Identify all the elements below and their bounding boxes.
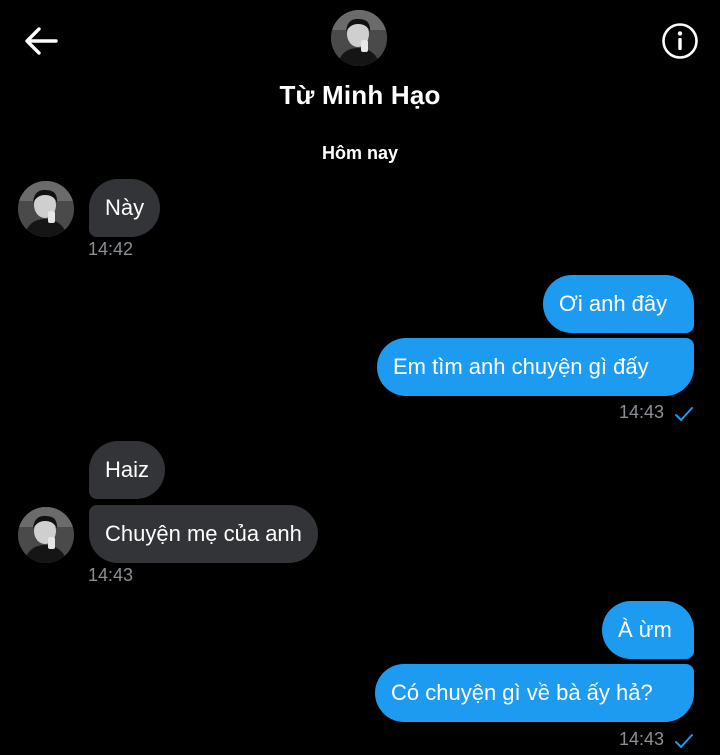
message-text: Chuyện mẹ của anh (105, 521, 302, 546)
message-bubble-incoming[interactable]: Chuyện mẹ của anh (89, 505, 318, 563)
sender-avatar[interactable] (18, 507, 74, 563)
info-button[interactable] (660, 21, 700, 61)
arrow-left-icon (25, 27, 58, 55)
contact-avatar[interactable] (331, 10, 387, 66)
sent-check-icon (675, 407, 693, 421)
message-text: Có chuyện gì về bà ấy hả? (391, 680, 653, 705)
message-bubble-incoming[interactable]: Haiz (89, 441, 166, 499)
message-bubble-incoming[interactable]: Này (89, 179, 161, 237)
message-bubble-outgoing[interactable]: Có chuyện gì về bà ấy hả? (375, 664, 694, 722)
contact-name[interactable]: Từ Minh Hạo (0, 80, 720, 111)
message-text: Này (105, 195, 145, 220)
message-timestamp: 14:43 (619, 402, 665, 422)
avatar-image (18, 507, 74, 563)
message-timestamp: 14:43 (88, 565, 134, 585)
sent-check-icon (675, 734, 693, 748)
message-text: Ơi anh đây (559, 291, 668, 316)
message-timestamp: 14:43 (619, 729, 665, 749)
message-text: Haiz (105, 457, 150, 482)
back-button[interactable] (20, 22, 64, 62)
message-text: Em tìm anh chuyện gì đấy (393, 354, 649, 379)
message-timestamp: 14:42 (88, 239, 134, 259)
chat-screen: Từ Minh Hạo Hôm nay Này 14:42 Ơi anh đây… (0, 0, 720, 755)
avatar-image (331, 10, 387, 66)
message-bubble-outgoing[interactable]: À ừm (602, 601, 694, 659)
avatar-image (18, 181, 74, 237)
message-text: À ừm (618, 617, 672, 642)
info-circle-icon (662, 23, 698, 59)
sender-avatar[interactable] (18, 181, 74, 237)
day-separator: Hôm nay (321, 143, 399, 163)
message-bubble-outgoing[interactable]: Ơi anh đây (543, 275, 694, 333)
message-bubble-outgoing[interactable]: Em tìm anh chuyện gì đấy (377, 338, 694, 396)
